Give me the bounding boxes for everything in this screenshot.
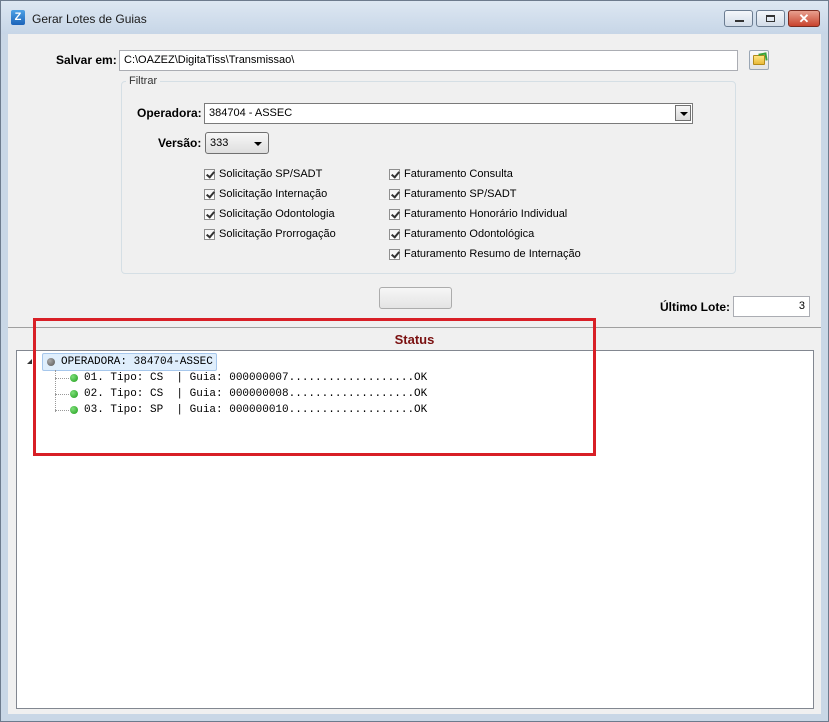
checkbox-checked-icon[interactable]: [204, 228, 215, 240]
checkbox-solicitacao-prorrogacao[interactable]: Solicitação Prorrogação: [204, 227, 336, 241]
checkbox-faturamento-resumo-internacao[interactable]: Faturamento Resumo de Internação: [389, 247, 581, 261]
checkbox-label: Solicitação Prorrogação: [219, 228, 336, 240]
checkbox-faturamento-odontologica[interactable]: Faturamento Odontológica: [389, 227, 534, 241]
minimize-button[interactable]: [724, 10, 753, 27]
checkbox-label: Faturamento Honorário Individual: [404, 208, 568, 220]
collapse-arrow-icon[interactable]: [27, 359, 32, 364]
operator-select[interactable]: 384704 - ASSEC: [204, 103, 693, 124]
maximize-button[interactable]: [756, 10, 785, 27]
checkbox-checked-icon[interactable]: [204, 168, 215, 180]
checkbox-solicitacao-spsadt[interactable]: Solicitação SP/SADT: [204, 167, 322, 181]
checkbox-checked-icon[interactable]: [389, 168, 400, 180]
checkbox-checked-icon[interactable]: [389, 228, 400, 240]
operator-label: Operadora:: [137, 106, 202, 120]
checkbox-label: Faturamento Consulta: [404, 168, 513, 180]
version-value: 333: [210, 137, 229, 149]
arrow-icon: [758, 52, 768, 62]
operator-value: 384704 - ASSEC: [209, 107, 293, 119]
browse-folder-button[interactable]: [749, 50, 769, 70]
checkbox-label: Solicitação Odontologia: [219, 208, 335, 220]
highlight-annotation-box: [33, 318, 596, 456]
checkbox-checked-icon[interactable]: [204, 188, 215, 200]
checkbox-faturamento-spsadt[interactable]: Faturamento SP/SADT: [389, 187, 517, 201]
checkbox-solicitacao-internacao[interactable]: Solicitação Internação: [204, 187, 327, 201]
filter-group-title: Filtrar: [126, 75, 161, 87]
checkbox-faturamento-honorario[interactable]: Faturamento Honorário Individual: [389, 207, 567, 221]
chevron-down-icon[interactable]: [675, 105, 691, 121]
title-bar[interactable]: Z Gerar Lotes de Guias ✕: [1, 1, 828, 34]
version-select[interactable]: 333: [205, 132, 269, 154]
checkbox-solicitacao-odontologia[interactable]: Solicitação Odontologia: [204, 207, 335, 221]
checkbox-label: Faturamento Odontológica: [404, 228, 535, 240]
window-title: Gerar Lotes de Guias: [32, 12, 147, 26]
checkbox-checked-icon[interactable]: [389, 208, 400, 220]
version-label: Versão:: [158, 136, 202, 150]
checkbox-faturamento-consulta[interactable]: Faturamento Consulta: [389, 167, 513, 181]
last-batch-input[interactable]: 3: [733, 296, 810, 317]
save-path-label: Salvar em:: [56, 53, 117, 67]
checkbox-label: Solicitação SP/SADT: [219, 168, 323, 180]
checkbox-checked-icon[interactable]: [204, 208, 215, 220]
minimize-icon: [735, 20, 744, 22]
checkbox-checked-icon[interactable]: [389, 188, 400, 200]
checkbox-label: Faturamento SP/SADT: [404, 188, 517, 200]
save-path-input[interactable]: C:\OAZEZ\DigitaTiss\Transmissao\: [119, 50, 738, 71]
checkbox-checked-icon[interactable]: [389, 248, 400, 260]
app-icon: Z: [11, 10, 25, 25]
close-button[interactable]: ✕: [788, 10, 820, 27]
maximize-icon: [766, 15, 775, 22]
last-batch-label: Último Lote:: [660, 300, 730, 314]
close-icon: ✕: [798, 11, 810, 26]
checkbox-label: Faturamento Resumo de Internação: [404, 248, 581, 260]
checkbox-label: Solicitação Internação: [219, 188, 328, 200]
generate-button[interactable]: [379, 287, 452, 309]
